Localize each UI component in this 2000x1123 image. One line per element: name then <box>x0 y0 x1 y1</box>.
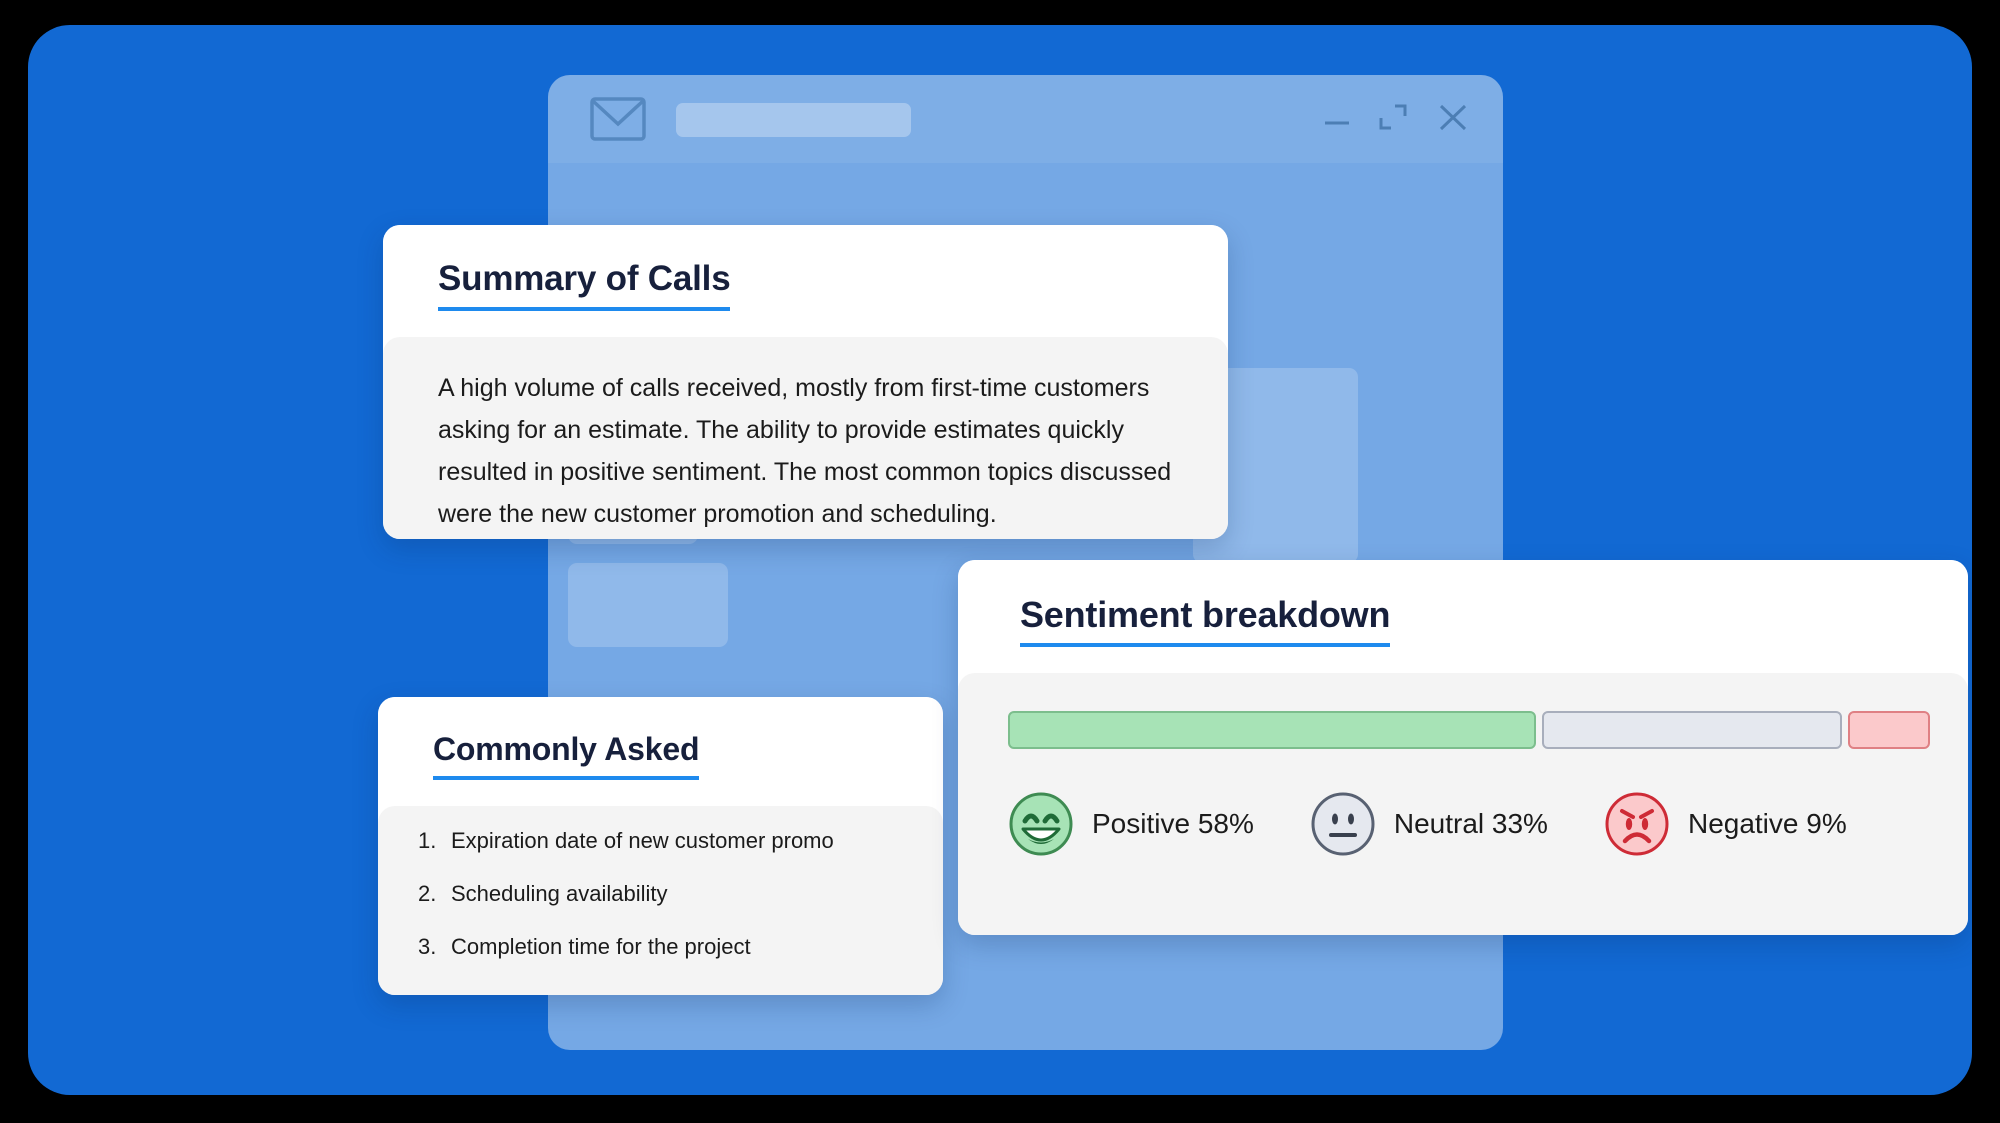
commonly-asked-card-body: Expiration date of new customer promo Sc… <box>378 805 943 995</box>
minimize-icon[interactable] <box>1317 97 1357 137</box>
summary-of-calls-card: Summary of Calls A high volume of calls … <box>383 225 1228 539</box>
window-title-placeholder <box>676 103 911 137</box>
legend-item-neutral: Neutral 33% <box>1310 791 1548 857</box>
window-titlebar <box>548 75 1503 163</box>
commonly-asked-card-header: Commonly Asked <box>378 697 943 780</box>
neutral-face-icon <box>1310 791 1376 857</box>
commonly-asked-card: Commonly Asked Expiration date of new cu… <box>378 697 943 995</box>
smiling-face-icon <box>1008 791 1074 857</box>
sentiment-bar-segment-neutral <box>1541 710 1843 749</box>
sentiment-bar-segment-positive <box>1008 710 1536 749</box>
list-item: Scheduling availability <box>418 880 668 908</box>
sentiment-breakdown-card: Sentiment breakdown Positive 58% Neutral… <box>958 560 1968 935</box>
sentiment-card-title: Sentiment breakdown <box>1020 596 1390 647</box>
maximize-icon[interactable] <box>1373 97 1413 137</box>
legend-label-positive: Positive 58% <box>1092 807 1254 839</box>
list-item: Expiration date of new customer promo <box>418 827 834 855</box>
sentiment-stacked-bar <box>1008 710 1930 749</box>
commonly-asked-card-title: Commonly Asked <box>433 732 699 780</box>
background-panel: Summary of Calls A high volume of calls … <box>28 25 1972 1095</box>
commonly-asked-list: Expiration date of new customer promo Sc… <box>418 827 903 962</box>
summary-text: A high volume of calls received, mostly … <box>438 373 1172 528</box>
envelope-icon <box>590 97 646 141</box>
legend-label-negative: Negative 9% <box>1687 807 1847 839</box>
summary-card-title: Summary of Calls <box>438 260 731 311</box>
content-placeholder-block <box>568 563 728 647</box>
close-icon[interactable] <box>1433 97 1473 137</box>
angry-face-icon <box>1604 791 1670 857</box>
legend-item-positive: Positive 58% <box>1008 791 1254 857</box>
legend-label-neutral: Neutral 33% <box>1393 807 1548 839</box>
sentiment-card-body: Positive 58% Neutral 33% Negative 9% <box>958 672 1968 935</box>
list-item: Completion time for the project <box>418 934 751 961</box>
summary-card-header: Summary of Calls <box>383 225 1228 311</box>
sentiment-legend: Positive 58% Neutral 33% Negative 9% <box>1008 791 1918 857</box>
sentiment-bar-segment-negative <box>1848 710 1930 749</box>
sentiment-card-header: Sentiment breakdown <box>958 560 1968 647</box>
legend-item-negative: Negative 9% <box>1604 791 1847 857</box>
summary-card-body: A high volume of calls received, mostly … <box>383 336 1228 539</box>
